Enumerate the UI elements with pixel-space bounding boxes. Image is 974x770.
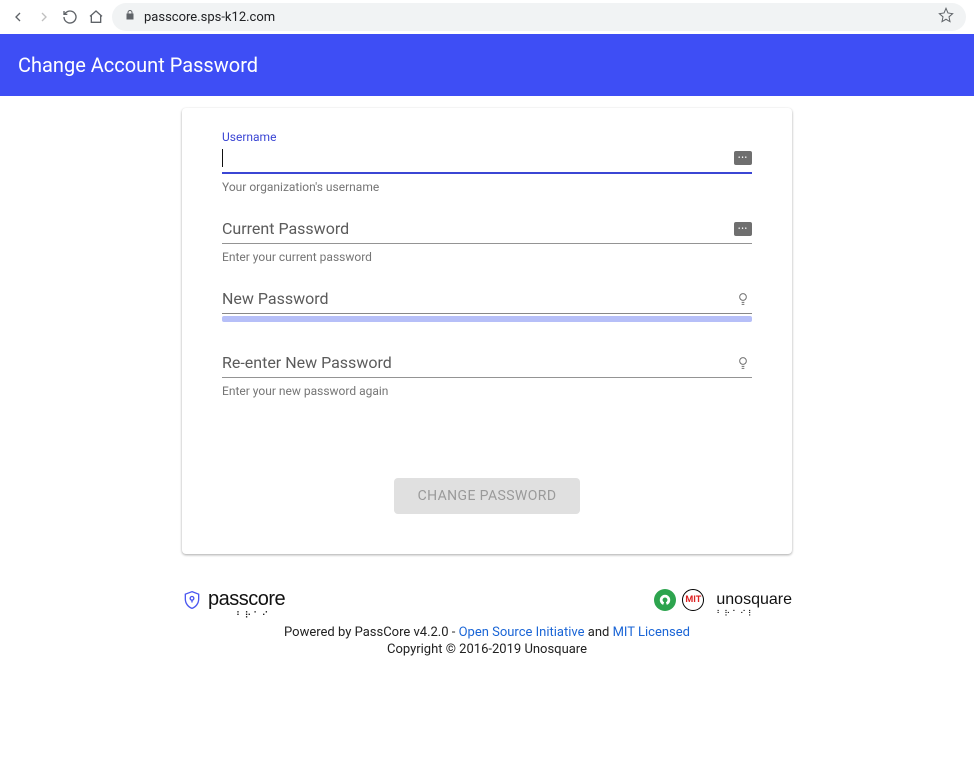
footer-prefix: Powered by PassCore v4.2.0 -	[284, 625, 459, 640]
address-bar[interactable]: passcore.sps-k12.com	[112, 3, 966, 31]
current-password-input[interactable]: Current Password •••	[222, 214, 752, 244]
new-password-placeholder: New Password	[222, 289, 734, 308]
confirm-password-field: Re-enter New Password Enter your new pas…	[222, 348, 752, 398]
passcore-brand-text: passcore⠃⠗⠁⠊	[208, 588, 285, 611]
current-password-placeholder: Current Password	[222, 219, 734, 238]
footer-line-2: Copyright © 2016-2019 Unosquare	[182, 642, 792, 657]
home-button[interactable]	[86, 7, 106, 27]
username-helper: Your organization's username	[222, 180, 752, 194]
new-password-field: New Password	[222, 284, 752, 322]
password-strength-bar	[222, 316, 752, 322]
confirm-password-input[interactable]: Re-enter New Password	[222, 348, 752, 378]
passcore-logo: passcore⠃⠗⠁⠊	[182, 588, 285, 611]
username-field: Username ••• Your organization's usernam…	[222, 130, 752, 194]
browser-toolbar: passcore.sps-k12.com	[0, 0, 974, 34]
shield-icon	[182, 589, 202, 611]
footer-mid: and	[585, 625, 613, 640]
page-body: Username ••• Your organization's usernam…	[0, 96, 974, 657]
change-password-button[interactable]: Change Password	[394, 478, 581, 514]
confirm-password-placeholder: Re-enter New Password	[222, 353, 734, 372]
keyboard-icon[interactable]: •••	[734, 222, 752, 236]
url-text: passcore.sps-k12.com	[144, 10, 275, 25]
mit-link[interactable]: MIT Licensed	[613, 625, 690, 640]
username-input[interactable]: •••	[222, 144, 752, 174]
confirm-password-helper: Enter your new password again	[222, 384, 752, 398]
forward-button[interactable]	[34, 7, 54, 27]
back-button[interactable]	[8, 7, 28, 27]
footer: passcore⠃⠗⠁⠊ MIT unosquare⠃⠗⠁⠊⠇ Powered …	[182, 588, 792, 657]
current-password-helper: Enter your current password	[222, 250, 752, 264]
text-caret	[222, 149, 223, 167]
new-password-input[interactable]: New Password	[222, 284, 752, 314]
keyboard-icon[interactable]: •••	[734, 151, 752, 165]
page-title: Change Account Password	[18, 53, 258, 77]
osi-link[interactable]: Open Source Initiative	[459, 625, 585, 640]
bookmark-star-icon[interactable]	[938, 7, 954, 27]
current-password-field: Current Password ••• Enter your current …	[222, 214, 752, 264]
footer-line-1: Powered by PassCore v4.2.0 - Open Source…	[182, 625, 792, 640]
username-label: Username	[222, 130, 752, 144]
bulb-icon[interactable]	[734, 354, 752, 372]
reload-button[interactable]	[60, 7, 80, 27]
unosquare-brand-text: unosquare⠃⠗⠁⠊⠇	[716, 591, 792, 609]
app-header: Change Account Password	[0, 34, 974, 96]
lock-icon	[124, 9, 136, 25]
bulb-icon[interactable]	[734, 290, 752, 308]
mit-badge-icon: MIT	[682, 589, 704, 611]
password-card: Username ••• Your organization's usernam…	[182, 108, 792, 554]
osi-badge-icon	[654, 589, 676, 611]
